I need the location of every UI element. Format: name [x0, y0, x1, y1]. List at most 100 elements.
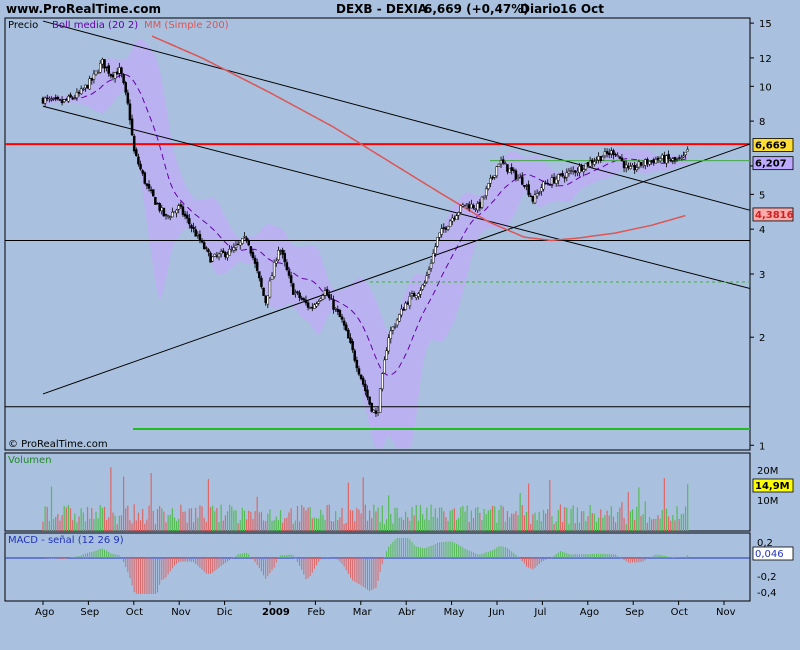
candle-body: [258, 271, 261, 279]
candle-body: [453, 217, 456, 220]
candle-body: [618, 156, 622, 159]
candle-body: [266, 295, 270, 305]
candle-body: [417, 293, 420, 297]
candle-body: [438, 232, 441, 238]
candle-body: [211, 256, 214, 262]
candle-body: [427, 269, 431, 275]
candle-body: [527, 184, 530, 196]
candle-body: [173, 211, 176, 214]
candle-body: [429, 263, 433, 269]
candle-body: [168, 216, 172, 218]
candle-body: [308, 307, 312, 309]
candle-body: [370, 402, 373, 412]
candle-body: [224, 252, 227, 258]
candle-body: [395, 319, 399, 326]
price-tick-label: 3: [759, 270, 765, 281]
candle-body: [620, 157, 624, 162]
candle-body: [96, 72, 100, 74]
month-label: Ago: [35, 607, 54, 618]
candle-body: [122, 73, 125, 83]
candle-body: [296, 291, 299, 293]
candle-body: [571, 170, 575, 172]
candle-body: [381, 373, 384, 390]
candle-body: [682, 155, 685, 158]
legend-volume: Volumen: [8, 455, 52, 466]
candle-body: [658, 158, 662, 162]
candle-body: [385, 350, 388, 360]
candle-body: [226, 254, 229, 259]
candle-body: [228, 248, 231, 256]
candle-body: [279, 250, 282, 252]
price-tick-label: 12: [759, 54, 772, 65]
candle-body: [82, 88, 85, 91]
candle-body: [345, 324, 348, 331]
candle-body: [236, 243, 240, 246]
candle-body: [461, 204, 465, 207]
volume-tick-20m: 20M: [757, 466, 778, 477]
candle-body: [442, 227, 446, 229]
candle-body: [616, 155, 619, 157]
candle-body: [272, 262, 276, 277]
candle-body: [605, 151, 609, 154]
month-label: 2009: [262, 607, 290, 618]
candle-body: [177, 205, 180, 210]
candle-body: [364, 383, 367, 392]
candle-body: [493, 175, 496, 178]
candle-body: [366, 389, 369, 398]
candle-body: [400, 308, 403, 316]
month-label: Ago: [580, 607, 599, 618]
candle-body: [567, 170, 571, 174]
candle-body: [480, 196, 484, 208]
candle-body: [71, 97, 74, 99]
price-tick-label: 2: [759, 333, 765, 344]
candle-body: [92, 73, 96, 80]
candle-body: [546, 182, 549, 185]
candle-body: [656, 157, 660, 160]
candle-body: [232, 247, 236, 251]
candle-body: [482, 195, 486, 199]
macd-tick-neg-0-2: -0,2: [757, 572, 777, 583]
candle-body: [357, 368, 361, 375]
candle-body: [113, 72, 117, 79]
candle-body: [650, 160, 653, 162]
candle-body: [569, 169, 573, 172]
candle-body: [408, 296, 412, 307]
candle-body: [431, 253, 435, 264]
candle-body: [313, 304, 316, 309]
candle-body: [283, 253, 287, 263]
candle-body: [315, 303, 318, 307]
candle-body: [660, 154, 664, 159]
candle-body: [62, 99, 66, 102]
candle-body: [194, 229, 197, 237]
candle-body: [633, 165, 636, 171]
candle-body: [319, 298, 323, 301]
candle-body: [190, 225, 193, 229]
candle-body: [270, 275, 274, 280]
stock-chart[interactable]: 15121086543216,6696,2074,3816AgoSepOctNo…: [0, 0, 800, 650]
candle-body: [455, 215, 458, 220]
candle-body: [421, 284, 424, 290]
candle-body: [586, 162, 590, 166]
candle-body: [115, 71, 119, 75]
candle-body: [535, 193, 539, 197]
candle-body: [359, 374, 363, 380]
candle-body: [561, 173, 564, 177]
candle-body: [222, 250, 225, 253]
candle-body: [135, 149, 138, 157]
candle-body: [241, 238, 244, 244]
candle-body: [321, 295, 325, 300]
candle-body: [654, 159, 658, 164]
candle-body: [77, 91, 81, 94]
candle-body: [476, 203, 479, 211]
candle-body: [306, 302, 310, 308]
candle-body: [215, 255, 219, 257]
candle-body: [179, 204, 183, 207]
month-label: Feb: [307, 607, 325, 618]
candle-body: [217, 253, 221, 258]
candle-body: [425, 275, 429, 283]
candle-body: [368, 396, 371, 405]
candle-body: [86, 85, 89, 89]
candle-body: [412, 292, 416, 297]
month-label: Sep: [80, 607, 99, 618]
candle-body: [249, 246, 253, 254]
